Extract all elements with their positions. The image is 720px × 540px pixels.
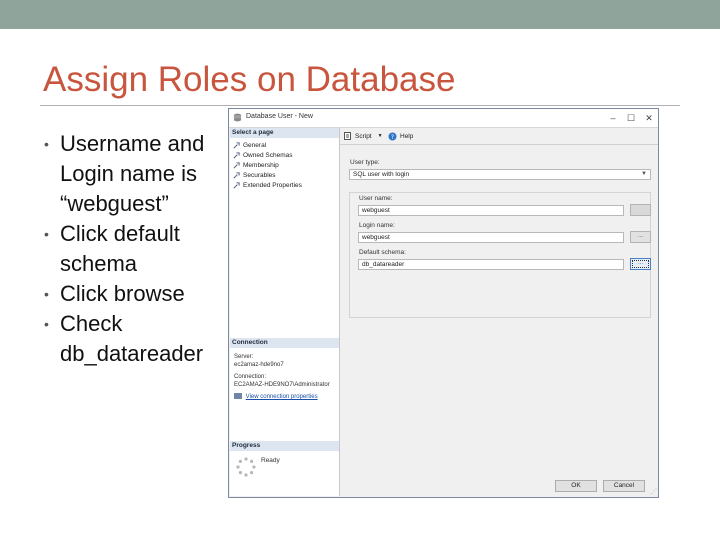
bullet-dot-icon: • [44,316,49,332]
bullet-list: • Username and Login name is “webguest” •… [44,129,229,369]
chevron-down-icon: ▼ [641,171,647,177]
bullet-item: • Click browse [44,279,229,309]
view-connection-link[interactable]: View connection properties [246,394,318,400]
page-item-label: Membership [243,161,279,169]
connection-header: Connection [230,338,339,348]
user-type-select[interactable]: SQL user with login ▼ [349,169,651,180]
wrench-icon [233,141,240,148]
user-name-label: User name: [359,195,393,202]
close-icon[interactable]: ✕ [643,112,655,124]
login-name-browse-button[interactable]: ... [630,231,651,243]
database-user-icon [233,113,242,122]
cancel-button[interactable]: Cancel [603,480,645,492]
user-name-browse-button [630,204,651,216]
dialog-titlebar[interactable]: Database User - New – ☐ ✕ [229,109,658,128]
bullet-item: • Check db_datareader [44,309,229,369]
progress-spinner-icon [236,457,256,477]
page-item-label: Securables [243,171,276,179]
wrench-icon [233,161,240,168]
user-type-label: User type: [350,159,380,166]
bullet-item: • Username and Login name is “webguest” [44,129,229,219]
page-item-general[interactable]: General [233,140,302,150]
page-item-owned-schemas[interactable]: Owned Schemas [233,150,302,160]
bullet-text: Click default schema [60,221,180,276]
wrench-icon [233,181,240,188]
default-schema-label: Default schema: [359,249,406,256]
resize-grip-icon[interactable]: ⋰ [651,488,657,495]
help-icon: ? [388,132,397,141]
help-label: Help [400,133,414,140]
page-item-label: Owned Schemas [243,151,293,159]
wrench-icon [233,171,240,178]
bullet-text: Username and Login name is “webguest” [60,131,205,216]
progress-block: Ready [234,454,338,494]
page-item-label: Extended Properties [243,181,302,189]
page-item-extended-properties[interactable]: Extended Properties [233,180,302,190]
script-icon [344,132,351,140]
page-item-securables[interactable]: Securables [233,170,302,180]
slide-top-bar [0,0,720,29]
select-page-header: Select a page [230,128,339,138]
dialog-title: Database User - New [246,113,313,120]
bullet-text: Click browse [60,281,185,306]
chevron-down-icon: ▼ [377,133,383,139]
wrench-icon [233,151,240,158]
script-label: Script [355,132,372,140]
general-page-pane: Script ▼ ? Help User type: SQL user with… [340,128,658,496]
minimize-icon[interactable]: – [607,112,619,124]
connection-value: EC2AMAZ-HDE9NO7\Administrator [234,382,330,388]
maximize-icon[interactable]: ☐ [625,112,637,124]
connection-properties-icon [234,393,242,400]
connection-label: Connection: [234,374,267,380]
page-list: General Owned Schemas Membership Securab… [233,140,302,190]
page-item-membership[interactable]: Membership [233,160,302,170]
help-button[interactable]: ? Help [388,132,413,141]
page-selector-pane: Select a page General Owned Schemas Memb… [230,128,340,496]
login-name-label: Login name: [359,222,395,229]
database-user-dialog: Database User - New – ☐ ✕ Select a page … [228,108,659,498]
default-schema-input[interactable]: db_datareader [358,259,624,270]
server-label: Server: [234,354,254,360]
user-name-input[interactable]: webguest [358,205,624,216]
bullet-dot-icon: • [44,136,49,152]
view-connection-row: View connection properties [234,393,338,401]
bullet-text: Check db_datareader [60,311,204,366]
bullet-item: • Click default schema [44,219,229,279]
slide-title: Assign Roles on Database [43,60,456,99]
bullet-dot-icon: • [44,226,49,242]
title-divider [40,105,680,106]
svg-text:?: ? [391,134,394,141]
default-schema-browse-button[interactable]: ... [630,258,651,270]
script-button[interactable]: Script ▼ [344,132,383,140]
server-value: ec2amaz-hde9no7 [234,362,284,368]
dialog-toolbar: Script ▼ ? Help [340,128,658,145]
bullet-dot-icon: • [44,286,49,302]
page-item-label: General [243,141,267,149]
login-name-input[interactable]: webguest [358,232,624,243]
ok-button[interactable]: OK [555,480,597,492]
user-type-value: SQL user with login [353,171,410,178]
connection-info: Server: ec2amaz-hde9no7 Connection: EC2A… [234,353,338,401]
progress-status: Ready [261,457,280,464]
progress-header: Progress [230,441,339,451]
